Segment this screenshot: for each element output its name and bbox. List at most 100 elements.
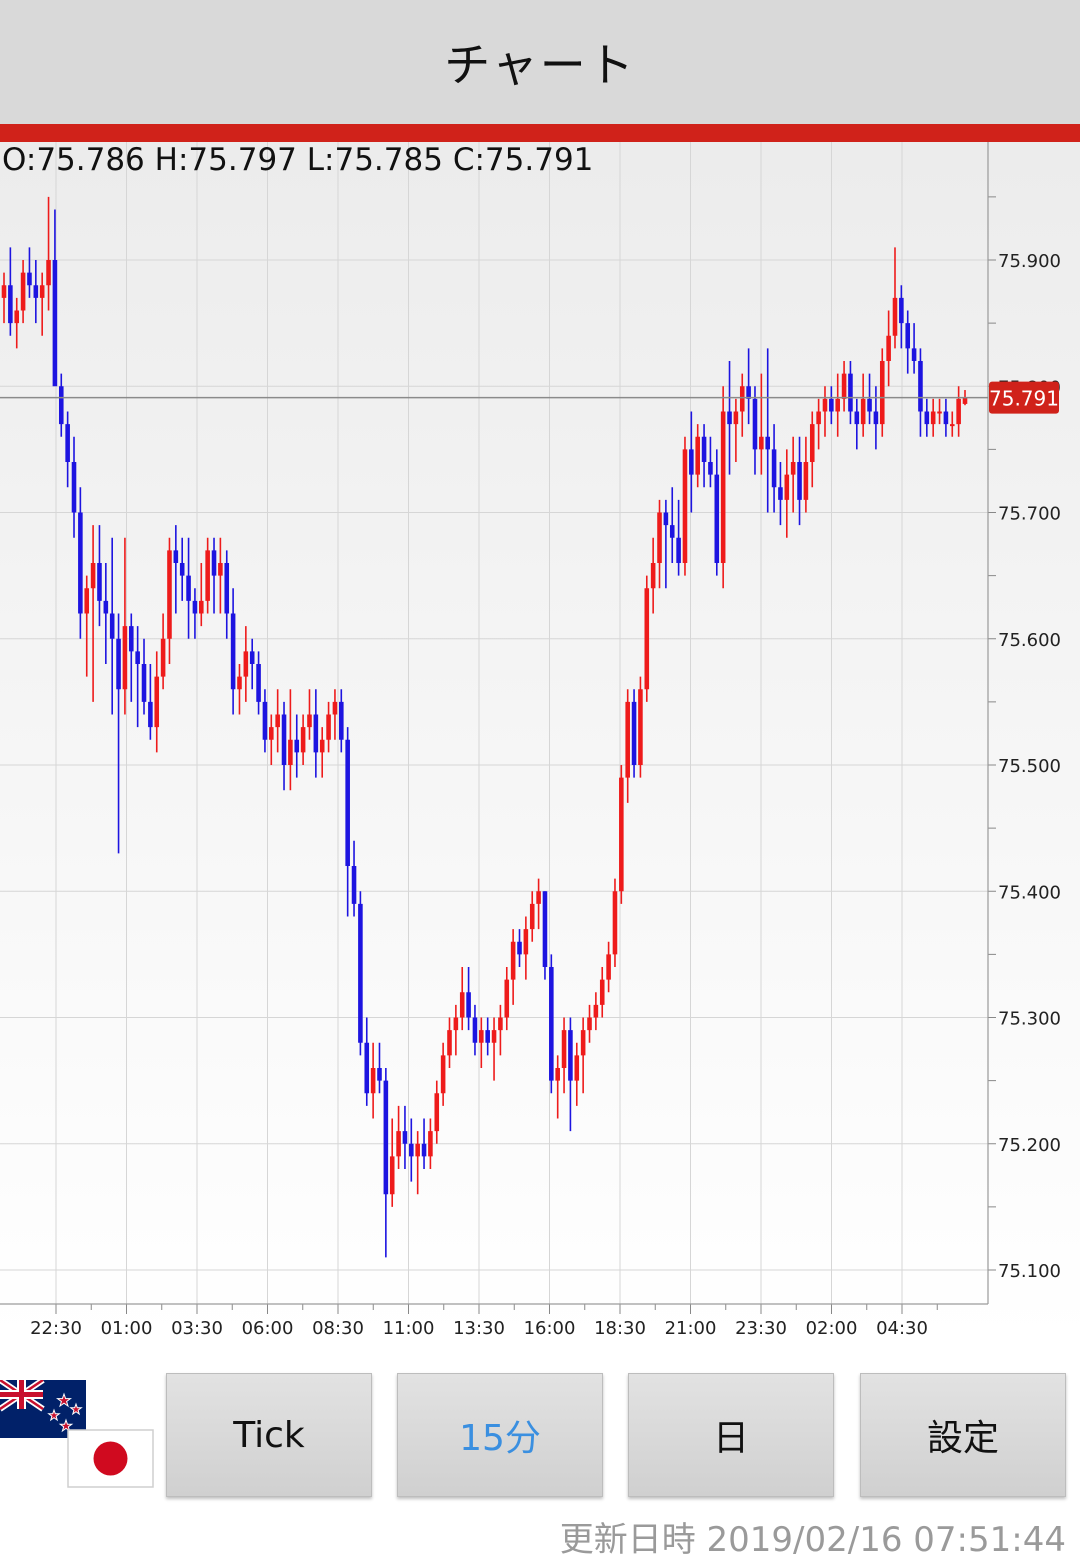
candle-up bbox=[332, 701, 338, 715]
candle-up bbox=[370, 1068, 376, 1094]
x-tick-label: 22:30 bbox=[30, 1318, 82, 1339]
candle-down bbox=[549, 967, 554, 1081]
candle-down bbox=[778, 487, 783, 500]
candle-down bbox=[33, 285, 39, 298]
candle-up bbox=[650, 563, 656, 589]
candle-up bbox=[739, 386, 745, 412]
candle-up bbox=[122, 626, 128, 690]
candle-up bbox=[784, 474, 790, 500]
candle-down bbox=[27, 272, 32, 286]
candle-up bbox=[536, 891, 541, 904]
candlestick-chart[interactable]: 75.90075.80075.70075.60075.50075.40075.3… bbox=[0, 142, 1080, 1340]
y-tick-label: 75.300 bbox=[998, 1009, 1061, 1030]
interval-15min-button[interactable]: 15分 bbox=[397, 1373, 603, 1497]
candle-down bbox=[103, 600, 109, 614]
x-tick-label: 11:00 bbox=[383, 1318, 435, 1339]
candle-up bbox=[644, 588, 650, 690]
chart-canvas[interactable]: 75.90075.80075.70075.60075.50075.40075.3… bbox=[0, 142, 1080, 1340]
app-header: チャート bbox=[0, 0, 1080, 124]
candle-up bbox=[415, 1143, 420, 1157]
candle-up bbox=[491, 1030, 497, 1043]
candle-up bbox=[886, 335, 891, 361]
candle-up bbox=[809, 424, 815, 462]
candle-down bbox=[186, 575, 191, 601]
last-updated: 更新日時 2019/02/16 07:51:44 bbox=[560, 1512, 1066, 1561]
high-label: H: bbox=[154, 142, 189, 178]
x-tick-label: 02:00 bbox=[806, 1318, 858, 1339]
candle-up bbox=[561, 1030, 567, 1068]
candle-up bbox=[657, 512, 662, 563]
candle-up bbox=[720, 411, 726, 563]
candle-down bbox=[179, 563, 185, 576]
candle-down bbox=[542, 891, 548, 967]
candle-down bbox=[797, 462, 802, 500]
candle-up bbox=[39, 285, 45, 298]
candle-down bbox=[905, 323, 911, 349]
x-tick-label: 08:30 bbox=[312, 1318, 364, 1339]
candle-down bbox=[765, 436, 770, 450]
candle-down bbox=[829, 398, 834, 412]
y-tick-label: 75.900 bbox=[998, 251, 1061, 272]
daily-button[interactable]: 日 bbox=[628, 1373, 834, 1497]
close-label: C: bbox=[452, 142, 485, 178]
candle-up bbox=[440, 1055, 446, 1094]
candle-down bbox=[58, 386, 64, 425]
candle-up bbox=[453, 1017, 459, 1031]
candle-down bbox=[854, 411, 860, 425]
candle-up bbox=[625, 701, 630, 778]
candle-up bbox=[956, 398, 961, 425]
candle-down bbox=[262, 701, 268, 740]
settings-button[interactable]: 設定 bbox=[860, 1373, 1066, 1497]
candle-up bbox=[205, 550, 210, 601]
x-tick-label: 16:00 bbox=[524, 1318, 576, 1339]
x-tick-label: 04:30 bbox=[876, 1318, 928, 1339]
candle-up bbox=[288, 739, 293, 765]
candle-up bbox=[20, 272, 26, 311]
candle-up bbox=[599, 979, 605, 1005]
candle-down bbox=[78, 512, 83, 614]
candle-down bbox=[918, 361, 923, 412]
candle-up bbox=[523, 929, 529, 955]
candle-down bbox=[141, 664, 147, 702]
x-tick-label: 13:30 bbox=[453, 1318, 505, 1339]
candle-up bbox=[300, 727, 306, 753]
candle-up bbox=[962, 397, 968, 404]
candle-up bbox=[14, 310, 20, 324]
candle-up bbox=[319, 739, 325, 753]
current-price-label: 75.791 bbox=[989, 387, 1059, 411]
currency-pair-flags[interactable] bbox=[0, 1377, 160, 1490]
candle-up bbox=[638, 689, 643, 765]
candle-down bbox=[899, 297, 904, 324]
candle-down bbox=[867, 398, 872, 412]
candle-up bbox=[237, 676, 242, 690]
candle-down bbox=[192, 600, 198, 614]
candle-down bbox=[727, 411, 732, 425]
y-tick-label: 75.700 bbox=[998, 504, 1061, 525]
candle-down bbox=[173, 550, 179, 563]
candle-down bbox=[364, 1042, 370, 1094]
candle-down bbox=[631, 701, 637, 765]
candle-up bbox=[612, 891, 618, 955]
candle-up bbox=[269, 727, 274, 740]
x-tick-label: 01:00 bbox=[101, 1318, 153, 1339]
y-tick-label: 75.500 bbox=[998, 756, 1061, 777]
japan-flag-icon bbox=[67, 1429, 154, 1488]
candle-up bbox=[587, 1017, 592, 1031]
candle-up bbox=[803, 462, 809, 500]
candle-down bbox=[421, 1143, 427, 1157]
tick-button[interactable]: Tick bbox=[166, 1373, 372, 1497]
close-value: 75.791 bbox=[484, 142, 594, 178]
candle-up bbox=[428, 1131, 433, 1157]
candle-up bbox=[529, 903, 535, 930]
candle-down bbox=[676, 537, 681, 563]
candle-up bbox=[733, 411, 739, 425]
candle-up bbox=[243, 651, 249, 677]
candle-up bbox=[930, 411, 936, 425]
y-tick-label: 75.600 bbox=[998, 630, 1061, 651]
candle-down bbox=[281, 714, 287, 765]
candle-up bbox=[447, 1030, 452, 1056]
candle-up bbox=[619, 777, 624, 892]
x-tick-label: 21:00 bbox=[665, 1318, 717, 1339]
y-tick-label: 75.100 bbox=[998, 1261, 1061, 1282]
y-tick-label: 75.400 bbox=[998, 882, 1061, 903]
